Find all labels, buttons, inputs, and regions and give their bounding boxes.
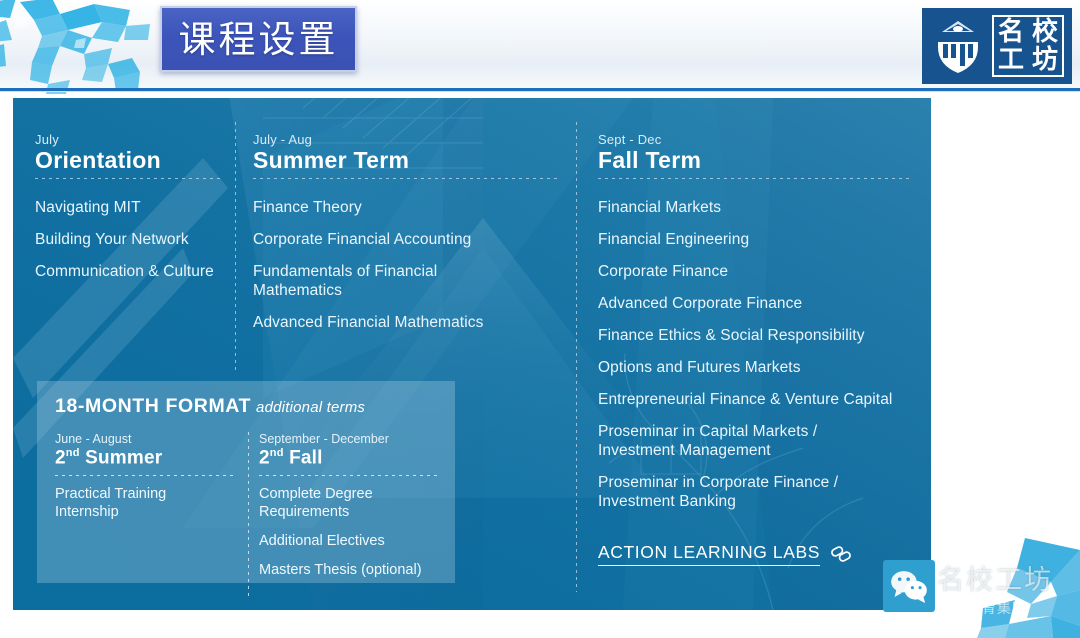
column-header-rule-2 xyxy=(253,178,558,180)
action-learning-labs-link[interactable]: ACTION LEARNING LABS xyxy=(598,542,852,566)
course-list-fall: Financial Markets Financial Engineering … xyxy=(598,198,913,524)
course-item: Fundamentals of Financial Mathematics xyxy=(253,263,438,299)
format-item: Masters Thesis (optional) xyxy=(259,562,422,579)
format-term-1: 2nd Summer xyxy=(55,447,233,469)
course-item: Communication & Culture xyxy=(35,263,214,280)
course-item: Proseminar in Corporate Finance / Invest… xyxy=(598,474,839,510)
course-item: Corporate Financial Accounting xyxy=(253,231,472,248)
format-term-ordinal-1: 2 xyxy=(55,447,66,469)
watermark-sub: 点睛教育集团 xyxy=(937,601,1027,617)
column-term-1: Orientation xyxy=(35,147,161,173)
format-range-1: June - August xyxy=(55,432,132,446)
column-header-fall: Sept - Dec Fall Term xyxy=(598,132,913,180)
world-map-icon xyxy=(0,0,150,94)
course-item: Advanced Financial Mathematics xyxy=(253,314,484,331)
format-term-suffix-2: nd xyxy=(269,447,284,459)
format-item: Additional Electives xyxy=(259,533,385,550)
format-item: Complete Degree Requirements xyxy=(259,486,373,521)
format-term-2: 2nd Fall xyxy=(259,447,437,469)
watermark-text: 名校工坊 点睛教育集团 xyxy=(937,566,1077,618)
header-divider-light xyxy=(0,91,1080,92)
watermark-main: 名校工坊 xyxy=(937,565,1053,596)
graduation-pillar-icon xyxy=(938,21,978,73)
format-rule-2 xyxy=(259,475,437,477)
column-range-2: July - Aug xyxy=(253,132,313,147)
brand-char-1: 名 xyxy=(997,17,1024,47)
format-panel-title-main: 18-MONTH FORMAT xyxy=(55,395,252,417)
format-panel-subtitle: additional terms xyxy=(256,399,366,416)
course-item: Navigating MIT xyxy=(35,199,141,216)
course-item: Proseminar in Capital Markets / Investme… xyxy=(598,423,818,459)
course-item: Corporate Finance xyxy=(598,263,729,280)
column-divider-1 xyxy=(235,122,236,372)
course-item: Options and Futures Markets xyxy=(598,359,801,376)
column-term-3: Fall Term xyxy=(598,147,702,173)
format-column-second-summer: June - August 2nd Summer Practical Train… xyxy=(55,432,233,590)
brand-char-2: 校 xyxy=(1031,17,1058,47)
course-item: Building Your Network xyxy=(35,231,189,248)
format-term-ordinal-2: 2 xyxy=(259,447,270,469)
format-term-name-2: Fall xyxy=(289,447,323,469)
course-item: Financial Engineering xyxy=(598,231,750,248)
course-item: Entrepreneurial Finance & Venture Capita… xyxy=(598,391,893,408)
page-title: 课程设置 xyxy=(160,6,357,72)
course-item: Financial Markets xyxy=(598,199,722,216)
brand-logo: 名 校 工 坊 xyxy=(922,8,1072,84)
brand-char-4: 坊 xyxy=(1031,45,1058,75)
format-column-second-fall: September - December 2nd Fall Complete D… xyxy=(259,432,437,590)
brand-name: 名 校 工 坊 xyxy=(992,15,1064,77)
course-list-orientation: Navigating MIT Building Your Network Com… xyxy=(35,198,230,294)
format-panel: 18-MONTH FORMAT additional terms June - A… xyxy=(37,381,455,597)
format-panel-divider xyxy=(248,432,249,597)
column-header-summer: July - Aug Summer Term xyxy=(253,132,558,180)
chain-link-icon xyxy=(831,546,851,562)
page-title-label: 课程设置 xyxy=(178,17,339,61)
brand-char-3: 工 xyxy=(997,45,1024,75)
slide-root: 课程设置 名 校 工 坊 July Orientation Navigating… xyxy=(0,0,1080,638)
column-header-rule-3 xyxy=(598,178,913,180)
column-divider-2 xyxy=(576,122,577,592)
format-term-suffix-1: nd xyxy=(65,447,80,459)
course-item: Advanced Corporate Finance xyxy=(598,295,803,312)
column-range-1: July xyxy=(35,132,59,147)
format-range-2: September - December xyxy=(259,432,389,446)
course-item: Finance Theory xyxy=(253,199,362,216)
course-list-summer: Finance Theory Corporate Financial Accou… xyxy=(253,198,553,345)
action-learning-labs-label: ACTION LEARNING LABS xyxy=(598,542,821,566)
column-range-3: Sept - Dec xyxy=(598,132,662,147)
curriculum-panel: July Orientation Navigating MIT Building… xyxy=(13,98,931,610)
format-rule-1 xyxy=(55,475,233,477)
column-header-orientation: July Orientation xyxy=(35,132,220,180)
column-term-2: Summer Term xyxy=(253,147,410,173)
format-panel-title: 18-MONTH FORMAT additional terms xyxy=(55,395,437,418)
format-term-name-1: Summer xyxy=(85,447,163,469)
column-header-rule-1 xyxy=(35,178,220,180)
format-item: Practical Training Internship xyxy=(55,486,167,521)
course-item: Finance Ethics & Social Responsibility xyxy=(598,327,865,344)
